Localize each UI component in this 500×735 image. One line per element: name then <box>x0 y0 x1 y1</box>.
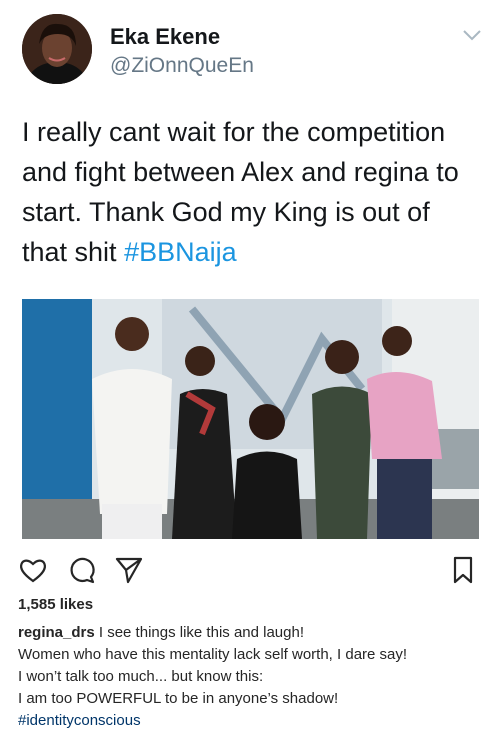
caption-line: Women who have this mentality lack self … <box>18 646 408 663</box>
chevron-down-icon[interactable] <box>462 28 482 42</box>
caption-first-line: regina_drs I see things like this and la… <box>18 622 488 644</box>
comment-icon[interactable] <box>66 555 96 585</box>
caption-username[interactable]: regina_drs <box>18 624 95 641</box>
tweet-line: that shit <box>22 237 117 267</box>
tweet-header: Eka Ekene @ZiOnnQueEn <box>22 14 482 86</box>
avatar[interactable] <box>22 14 92 84</box>
tweet-line: start. Thank God my King is out of <box>22 197 430 227</box>
caption-hashtag-link[interactable]: #identityconscious <box>18 710 488 732</box>
avatar-image <box>22 14 92 84</box>
group-photo-image <box>22 299 479 539</box>
heart-icon[interactable] <box>18 555 48 585</box>
caption-text: I see things like this and laugh! <box>98 624 305 641</box>
likes-count[interactable]: 1,585 likes <box>18 596 93 613</box>
tweet-hashtag-link[interactable]: #BBNaija <box>124 237 237 267</box>
share-icon[interactable] <box>114 555 144 585</box>
caption: regina_drs I see things like this and la… <box>18 622 488 732</box>
caption-line: I won’t talk too much... but know this: <box>18 668 264 685</box>
handle[interactable]: @ZiOnnQueEn <box>110 54 254 78</box>
tweet-line: and fight between Alex and regina to <box>22 157 459 187</box>
caption-line: I am too POWERFUL to be in anyone’s shad… <box>18 690 339 707</box>
embedded-photo[interactable] <box>22 299 479 539</box>
tweet-line: I really cant wait for the competition <box>22 117 446 147</box>
instagram-actions <box>18 555 480 589</box>
display-name[interactable]: Eka Ekene <box>110 24 220 50</box>
bookmark-icon[interactable] <box>448 555 478 585</box>
tweet-text: I really cant wait for the competition a… <box>22 112 482 272</box>
